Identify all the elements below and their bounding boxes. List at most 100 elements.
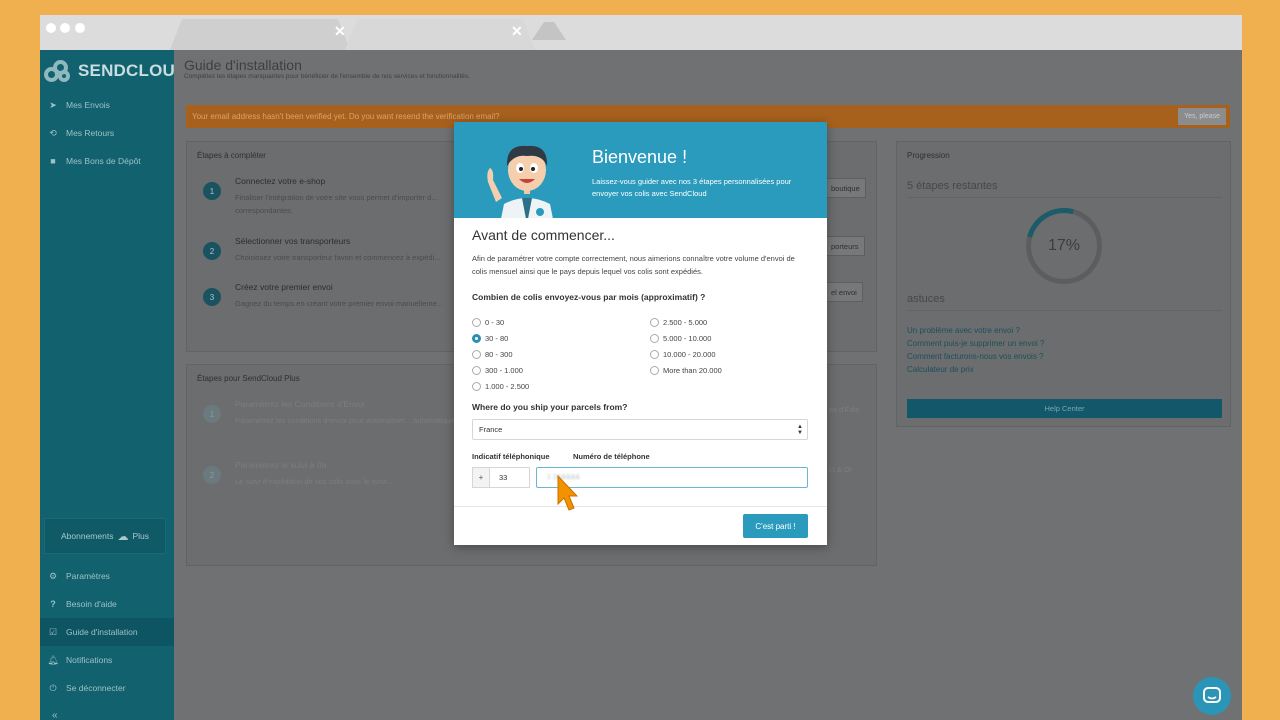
sidebar-item-label: Mes Bons de Dépôt bbox=[66, 156, 141, 166]
progress-panel: Progression 5 étapes restantes 17% astuc… bbox=[896, 141, 1231, 427]
sidebar-item-label: Besoin d'aide bbox=[66, 599, 117, 609]
step-number: 1 bbox=[203, 182, 221, 200]
connect-shop-button[interactable]: boutique bbox=[825, 178, 866, 198]
step-item[interactable]: 2 Sélectionner vos transporteurs Choisis… bbox=[197, 232, 467, 278]
subscription-suffix: Plus bbox=[132, 531, 149, 541]
step-number: 3 bbox=[203, 288, 221, 306]
browser-tab-1[interactable] bbox=[170, 19, 350, 50]
step-item[interactable]: 2 Paramétrez le suivi à 0a Le suivi d'ex… bbox=[197, 456, 467, 502]
sidebar-item-label: Se déconnecter bbox=[66, 683, 126, 693]
step-number: 2 bbox=[203, 242, 221, 260]
tips-title: astuces bbox=[907, 293, 945, 305]
welcome-modal: Bienvenue ! Laissez-vous guider avec nos… bbox=[454, 122, 827, 545]
country-select-value: France bbox=[479, 425, 503, 434]
paper-plane-icon: ➤ bbox=[49, 99, 57, 110]
sendcloud-logo[interactable]: SENDCLOUD bbox=[44, 56, 187, 86]
panel-title: Progression bbox=[907, 151, 950, 160]
panel-title: Étapes à compléter bbox=[197, 151, 266, 160]
volume-radio-10000-20000[interactable]: 10.000 - 20.000 bbox=[650, 350, 716, 359]
volume-radio-30-80[interactable]: 30 - 80 bbox=[472, 334, 508, 343]
step-note: es d'Éditi bbox=[829, 405, 860, 414]
modal-divider bbox=[454, 506, 827, 507]
browser-tab-2[interactable] bbox=[345, 19, 535, 50]
cloud-icon: ☁ bbox=[117, 530, 129, 543]
gear-icon: ⚙ bbox=[48, 570, 58, 581]
window-zoom-dot[interactable] bbox=[75, 23, 85, 33]
radio-circle bbox=[472, 318, 481, 327]
sidebar-item-parametres[interactable]: ⚙ Paramètres bbox=[40, 562, 174, 590]
modal-header: Bienvenue ! Laissez-vous guider avec nos… bbox=[454, 122, 827, 218]
resend-verification-button[interactable]: Yes, please bbox=[1178, 108, 1226, 125]
tab-close-icon[interactable]: ✕ bbox=[334, 23, 346, 40]
volume-radio-1000-2500[interactable]: 1.000 - 2.500 bbox=[472, 382, 529, 391]
sidebar: SENDCLOUD ➤ Mes Envois ⟲ Mes Retours ■ M… bbox=[40, 50, 187, 720]
power-icon: ⏻ bbox=[49, 682, 57, 693]
step-title: Paramétrez les Conditions d'Envoi bbox=[235, 399, 365, 409]
volume-radio-80-300[interactable]: 80 - 300 bbox=[472, 350, 513, 359]
phone-number-label: Numéro de téléphone bbox=[573, 452, 650, 461]
phone-code-input[interactable]: 33 bbox=[490, 467, 530, 488]
step-item[interactable]: 1 Connectez votre e-shop Finaliser l'int… bbox=[197, 172, 467, 218]
subscription-plus-button[interactable]: Abonnements ☁ Plus bbox=[44, 518, 166, 554]
panel-title: Étapes pour SendCloud Plus bbox=[197, 374, 300, 383]
country-select[interactable]: France ▲ ▼ bbox=[472, 419, 808, 440]
sidebar-item-notifications[interactable]: 🔔︎ Notifications bbox=[40, 646, 174, 674]
radio-circle bbox=[472, 366, 481, 375]
volume-radio-5000-10000[interactable]: 5.000 - 10.000 bbox=[650, 334, 711, 343]
radio-label: 300 - 1.000 bbox=[485, 366, 523, 375]
radio-circle bbox=[472, 350, 481, 359]
sidebar-collapse-icon[interactable]: « bbox=[52, 710, 58, 720]
select-arrows-icon: ▲ ▼ bbox=[797, 424, 803, 436]
new-tab-button[interactable] bbox=[532, 22, 566, 40]
checkbox-icon: ☑ bbox=[48, 626, 58, 637]
window-close-dot[interactable] bbox=[46, 23, 56, 33]
help-center-button[interactable]: Help Center bbox=[907, 399, 1222, 418]
tip-link[interactable]: Calculateur de prix bbox=[907, 365, 974, 374]
page-title: Guide d'installation bbox=[184, 57, 302, 73]
country-question: Where do you ship your parcels from? bbox=[472, 402, 628, 412]
radio-circle bbox=[472, 382, 481, 391]
volume-radio-300-1000[interactable]: 300 - 1.000 bbox=[472, 366, 523, 375]
phone-plus-addon: + bbox=[472, 467, 490, 488]
bell-icon: 🔔︎ bbox=[47, 654, 59, 665]
chat-launcher-button[interactable] bbox=[1193, 677, 1231, 715]
browser-tabbar: ✕ ✕ bbox=[40, 15, 1242, 50]
sidebar-item-se-deconnecter[interactable]: ⏻ Se déconnecter bbox=[40, 674, 174, 702]
sidebar-item-mes-retours[interactable]: ⟲ Mes Retours bbox=[40, 119, 174, 147]
radio-label: 2.500 - 5.000 bbox=[663, 318, 708, 327]
tip-link[interactable]: Un problème avec votre envoi ? bbox=[907, 326, 1020, 335]
step-title: Paramétrez le suivi à 0a bbox=[235, 460, 327, 470]
sidebar-item-mes-envois[interactable]: ➤ Mes Envois bbox=[40, 91, 174, 119]
truck-icon: ■ bbox=[50, 156, 56, 166]
radio-label: 0 - 30 bbox=[485, 318, 505, 327]
select-carriers-button[interactable]: porteurs bbox=[825, 236, 865, 256]
step-description: Le suivi d'expédition de vos colis avec … bbox=[235, 477, 393, 486]
sidebar-item-guide-installation[interactable]: ☑ Guide d'installation bbox=[40, 618, 174, 646]
radio-circle bbox=[650, 350, 659, 359]
page-subtitle: Complétez les étapes manquantes pour bén… bbox=[184, 73, 470, 80]
volume-radio-more-20000[interactable]: More than 20.000 bbox=[650, 366, 722, 375]
step-description: Paramétrez les conditions d'envoi pour a… bbox=[235, 416, 472, 425]
logo-text: SENDCLOUD bbox=[78, 61, 188, 80]
tab-close-icon[interactable]: ✕ bbox=[511, 23, 523, 40]
tip-link[interactable]: Comment puis-je supprimer un envoi ? bbox=[907, 339, 1044, 348]
tip-link[interactable]: Comment facturons-nous vos envois ? bbox=[907, 352, 1044, 361]
radio-circle-selected bbox=[472, 334, 481, 343]
step-item[interactable]: 3 Créez votre premier envoi Gagnez du te… bbox=[197, 278, 467, 324]
start-button[interactable]: C'est parti ! bbox=[743, 514, 808, 538]
volume-radio-0-30[interactable]: 0 - 30 bbox=[472, 318, 504, 327]
phone-code-value: 33 bbox=[499, 473, 508, 482]
sidebar-item-bons-de-depot[interactable]: ■ Mes Bons de Dépôt bbox=[40, 147, 174, 175]
step-item[interactable]: 1 Paramétrez les Conditions d'Envoi Para… bbox=[197, 395, 471, 441]
step-number: 2 bbox=[203, 466, 221, 484]
step-note: ct & Or bbox=[829, 465, 853, 474]
create-shipment-button[interactable]: el envoi bbox=[825, 282, 863, 302]
mascot-illustration bbox=[487, 145, 553, 218]
step-title: Sélectionner vos transporteurs bbox=[235, 236, 351, 246]
volume-radio-2500-5000[interactable]: 2.500 - 5.000 bbox=[650, 318, 707, 327]
step-title: Créez votre premier envoi bbox=[235, 282, 333, 292]
question-icon: ? bbox=[50, 599, 56, 609]
window-minimize-dot[interactable] bbox=[60, 23, 70, 33]
sidebar-item-besoin-aide[interactable]: ? Besoin d'aide bbox=[40, 590, 174, 618]
modal-description: Afin de paramétrer votre compte correcte… bbox=[472, 254, 795, 276]
